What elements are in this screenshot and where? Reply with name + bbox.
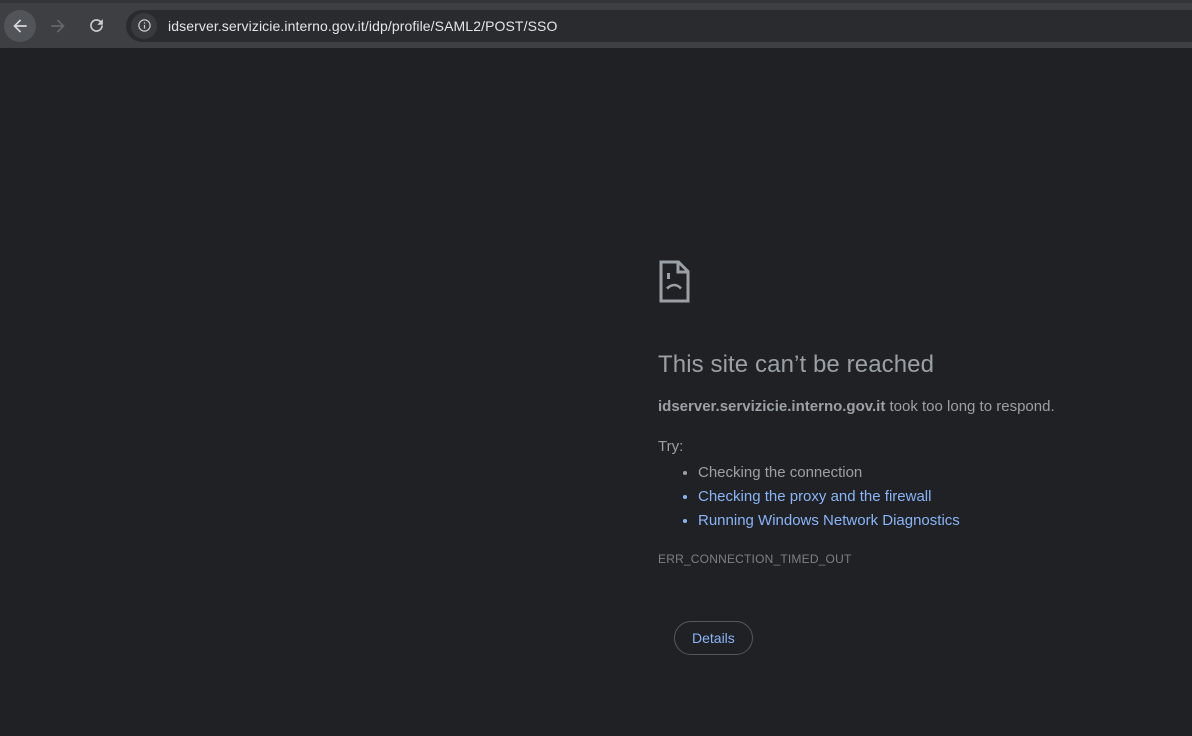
error-code: ERR_CONNECTION_TIMED_OUT bbox=[658, 552, 852, 566]
error-summary: idserver.servizicie.interno.gov.it took … bbox=[658, 397, 1138, 417]
suggestion-link-proxy-firewall[interactable]: Checking the proxy and the firewall bbox=[698, 488, 931, 505]
url-text[interactable]: idserver.servizicie.interno.gov.it/idp/p… bbox=[168, 18, 557, 34]
address-bar[interactable]: idserver.servizicie.interno.gov.it/idp/p… bbox=[126, 9, 1192, 42]
suggestion-list: Checking the connection Checking the pro… bbox=[658, 461, 1138, 533]
try-label: Try: bbox=[658, 438, 684, 455]
details-button[interactable]: Details bbox=[674, 621, 753, 655]
sad-file-icon bbox=[659, 260, 690, 303]
site-info-icon[interactable] bbox=[131, 12, 157, 39]
forward-button[interactable] bbox=[42, 10, 74, 42]
error-domain: idserver.servizicie.interno.gov.it bbox=[658, 398, 886, 415]
browser-window: idserver.servizicie.interno.gov.it/idp/p… bbox=[0, 0, 1192, 736]
suggestion-label: Checking the connection bbox=[698, 464, 863, 481]
suggestion-item-proxy-firewall: Checking the proxy and the firewall bbox=[698, 485, 1138, 509]
browser-toolbar: idserver.servizicie.interno.gov.it/idp/p… bbox=[0, 0, 1192, 48]
reload-button[interactable] bbox=[80, 10, 112, 42]
back-arrow-icon bbox=[10, 16, 30, 36]
error-summary-text: took too long to respond. bbox=[885, 398, 1055, 415]
reload-icon bbox=[87, 16, 106, 35]
error-main-frame: This site can’t be reached idserver.serv… bbox=[658, 260, 1138, 655]
forward-arrow-icon bbox=[48, 16, 68, 36]
suggestion-item-network-diagnostics: Running Windows Network Diagnostics bbox=[698, 509, 1138, 533]
suggestion-item-connection: Checking the connection bbox=[698, 461, 1138, 485]
error-title: This site can’t be reached bbox=[658, 351, 935, 378]
back-button[interactable] bbox=[4, 9, 36, 42]
error-page: This site can’t be reached idserver.serv… bbox=[0, 51, 1192, 736]
suggestion-link-network-diagnostics[interactable]: Running Windows Network Diagnostics bbox=[698, 512, 960, 529]
